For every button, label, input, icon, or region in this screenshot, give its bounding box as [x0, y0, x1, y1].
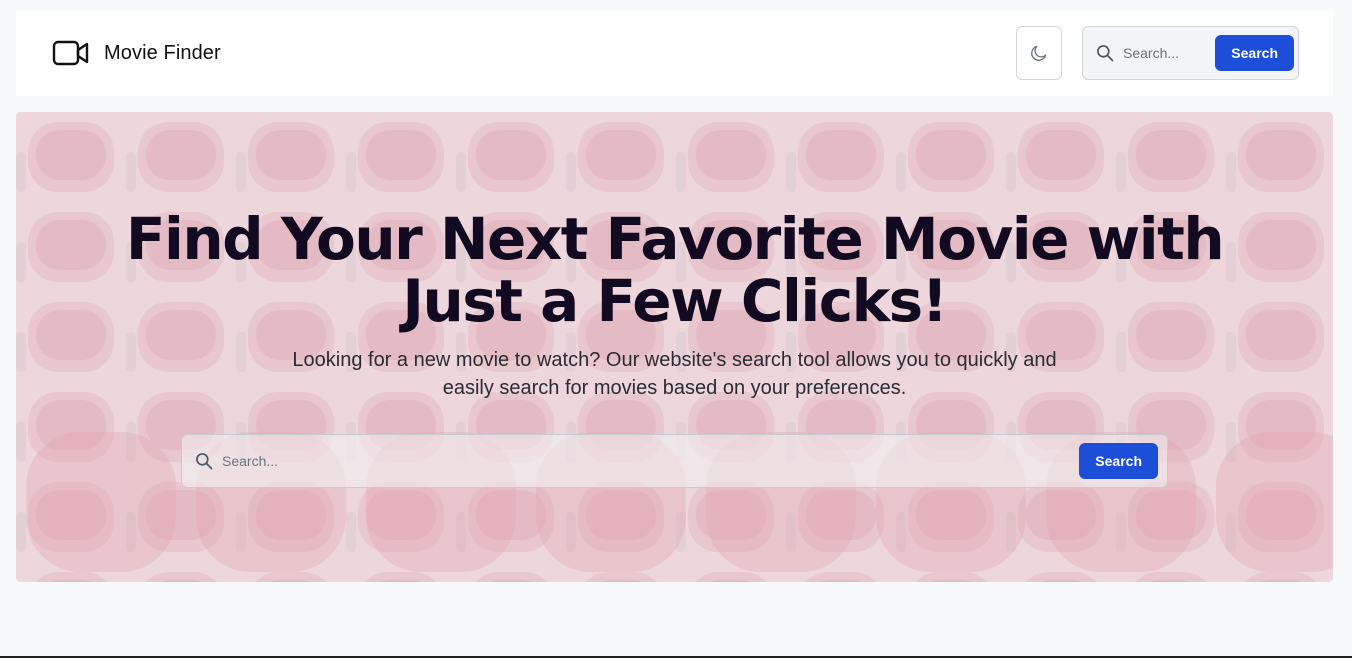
hero-subtitle: Looking for a new movie to watch? Our we…	[292, 349, 1057, 399]
hero-content: Find Your Next Favorite Movie with Just …	[16, 112, 1333, 582]
hero-title: Find Your Next Favorite Movie with Just …	[125, 205, 1225, 335]
theme-toggle-button[interactable]	[1016, 26, 1062, 80]
brand-title: Movie Finder	[104, 41, 221, 64]
video-camera-icon	[52, 40, 89, 66]
navbar-search: Search	[1082, 26, 1299, 80]
brand[interactable]: Movie Finder	[52, 40, 221, 66]
navbar-search-button[interactable]: Search	[1215, 35, 1294, 71]
hero-search-button[interactable]: Search	[1079, 443, 1158, 479]
nav-actions: Search	[1016, 26, 1299, 80]
hero-section: Find Your Next Favorite Movie with Just …	[16, 112, 1333, 582]
hero-search-input[interactable]	[222, 435, 1080, 487]
hero-search: Search	[181, 434, 1168, 488]
search-icon	[196, 453, 213, 470]
search-icon	[1097, 45, 1114, 62]
navbar-search-input[interactable]	[1123, 27, 1216, 79]
navbar: Movie Finder Search	[16, 10, 1333, 96]
moon-icon	[1031, 45, 1047, 61]
